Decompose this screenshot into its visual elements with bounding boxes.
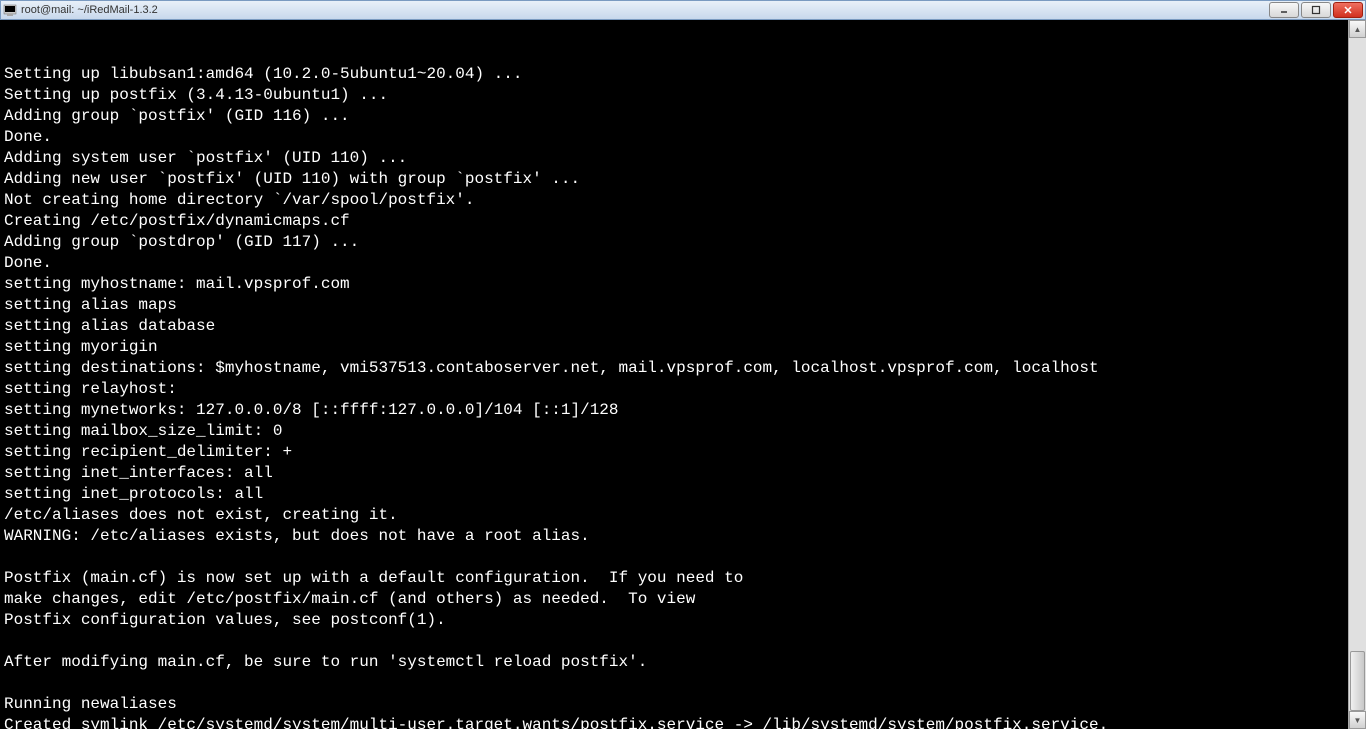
maximize-button[interactable] bbox=[1301, 2, 1331, 18]
scrollbar-track[interactable] bbox=[1349, 38, 1366, 711]
terminal-output[interactable]: Setting up libubsan1:amd64 (10.2.0-5ubun… bbox=[0, 20, 1366, 729]
close-button[interactable] bbox=[1333, 2, 1363, 18]
putty-icon bbox=[3, 3, 17, 17]
window-controls bbox=[1269, 2, 1363, 18]
minimize-button[interactable] bbox=[1269, 2, 1299, 18]
scrollbar-thumb[interactable] bbox=[1350, 651, 1365, 711]
window-titlebar[interactable]: root@mail: ~/iRedMail-1.3.2 bbox=[0, 0, 1366, 20]
scrollbar[interactable]: ▲ ▼ bbox=[1348, 20, 1366, 729]
scroll-down-button[interactable]: ▼ bbox=[1349, 711, 1366, 729]
terminal-lines: Setting up libubsan1:amd64 (10.2.0-5ubun… bbox=[4, 64, 1362, 729]
window-title: root@mail: ~/iRedMail-1.3.2 bbox=[21, 4, 1269, 16]
scroll-up-button[interactable]: ▲ bbox=[1349, 20, 1366, 38]
